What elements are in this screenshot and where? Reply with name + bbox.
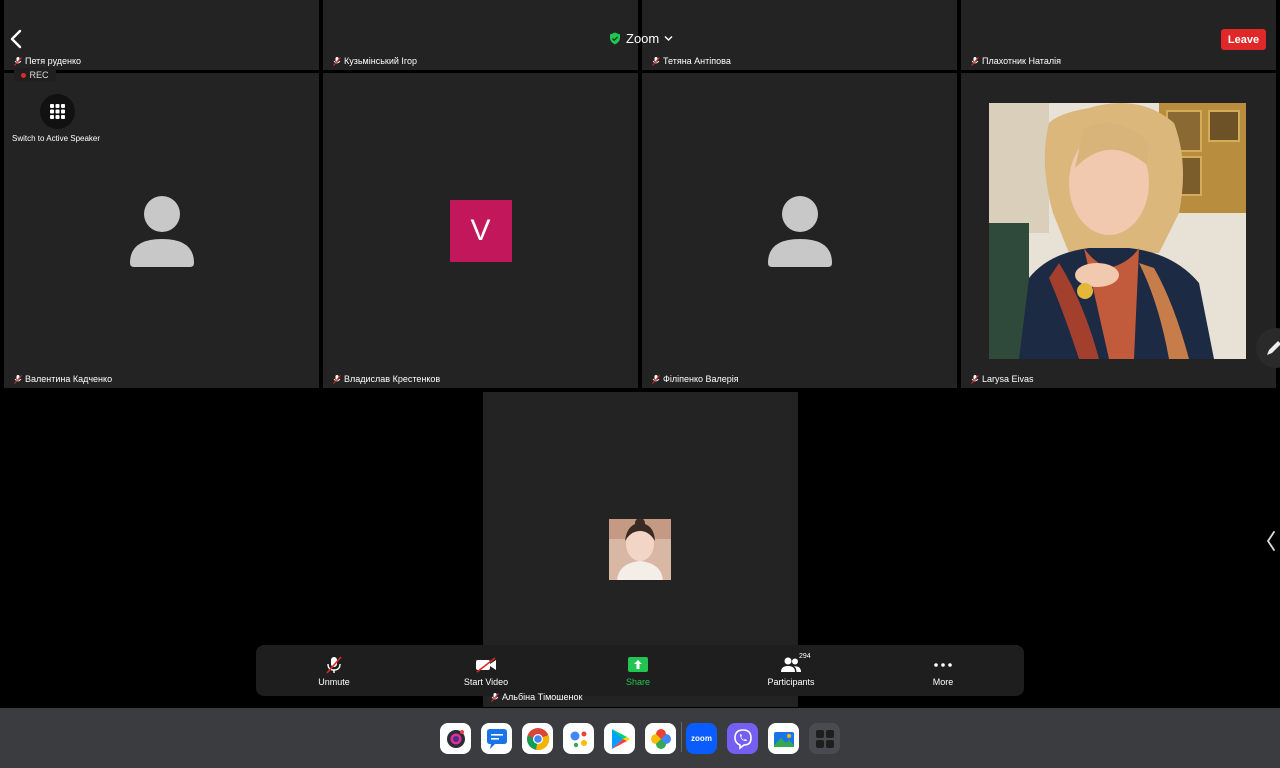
- participant-tile[interactable]: Філіпенко Валерія: [642, 73, 957, 388]
- participant-name-text: Larysa Eivas: [982, 374, 1034, 384]
- mic-muted-icon: [652, 374, 660, 384]
- participant-tile[interactable]: Тетяна Антіпова: [642, 0, 957, 70]
- video-off-icon: [476, 657, 496, 673]
- mic-muted-icon: [333, 374, 341, 384]
- participant-tile[interactable]: Петя руденко: [4, 0, 319, 70]
- back-chevron-icon[interactable]: [7, 28, 25, 50]
- chevron-down-icon: [664, 36, 673, 41]
- participant-name-text: Тетяна Антіпова: [663, 56, 731, 66]
- participant-name-text: Альбіна Тімошенок: [502, 692, 583, 702]
- mic-muted-icon: [333, 56, 341, 66]
- camera-icon[interactable]: [440, 723, 471, 754]
- more-dots-icon: [934, 663, 952, 667]
- zoom-icon-label: zoom: [691, 734, 712, 743]
- participant-tile[interactable]: Кузьмінський Ігор: [323, 0, 638, 70]
- participant-tile[interactable]: V Владислав Крестенков: [323, 73, 638, 388]
- mic-muted-icon: [971, 56, 979, 66]
- share-label: Share: [625, 677, 651, 687]
- switch-view-label: Switch to Active Speaker: [12, 134, 101, 143]
- grid-icon: [50, 104, 65, 119]
- leave-button[interactable]: Leave: [1221, 29, 1266, 50]
- recording-dot-icon: [21, 72, 27, 78]
- participant-name: Larysa Eivas: [971, 374, 1034, 384]
- recording-label: REC: [29, 70, 49, 80]
- participant-name: Тетяна Антіпова: [652, 56, 731, 66]
- mic-muted-icon: [14, 56, 22, 66]
- switch-view-button[interactable]: [40, 94, 75, 129]
- participant-name-text: Філіпенко Валерія: [663, 374, 739, 384]
- mic-muted-icon: [652, 56, 660, 66]
- meeting-title: Zoom: [626, 31, 660, 46]
- recording-badge: REC: [14, 68, 56, 82]
- assistant-icon[interactable]: [563, 723, 594, 754]
- mic-muted-icon: [971, 374, 979, 384]
- participant-name-text: Плахотник Наталія: [982, 56, 1061, 66]
- participants-label: Participants: [767, 677, 815, 687]
- participants-count: 294: [799, 653, 811, 660]
- unmute-button[interactable]: Unmute: [294, 655, 374, 687]
- participants-icon: [781, 657, 801, 672]
- share-button[interactable]: Share: [598, 655, 678, 687]
- more-button[interactable]: More: [903, 655, 983, 687]
- participant-name: Владислав Крестенков: [333, 374, 440, 384]
- participant-name-text: Кузьмінський Ігор: [344, 56, 417, 66]
- mic-muted-icon: [14, 374, 22, 384]
- participant-video-photo: [989, 103, 1246, 359]
- mic-muted-icon: [491, 692, 499, 702]
- participant-name: Альбіна Тімошенок: [491, 692, 582, 702]
- participant-name: Плахотник Наталія: [971, 56, 1061, 66]
- share-screen-icon: [628, 657, 648, 672]
- mic-muted-icon: [326, 656, 342, 674]
- person-icon: [129, 195, 194, 267]
- start-video-button[interactable]: Start Video: [446, 655, 526, 687]
- participant-name: Петя руденко: [14, 56, 81, 66]
- letter-avatar: V: [449, 199, 512, 262]
- app-drawer-icon[interactable]: [809, 723, 840, 754]
- meeting-title-dropdown[interactable]: Zoom: [609, 31, 673, 46]
- messages-icon[interactable]: [481, 723, 512, 754]
- zoom-icon[interactable]: zoom: [686, 723, 717, 754]
- more-label: More: [932, 677, 954, 687]
- start-video-label: Start Video: [463, 677, 509, 687]
- participant-name: Філіпенко Валерія: [652, 374, 739, 384]
- participant-tile[interactable]: Larysa Eivas: [961, 73, 1276, 388]
- gallery-icon[interactable]: [768, 723, 799, 754]
- play-store-icon[interactable]: [604, 723, 635, 754]
- dock-separator: [681, 722, 682, 752]
- person-icon: [767, 195, 832, 267]
- participant-name: Валентина Кадченко: [14, 374, 112, 384]
- android-taskbar: [0, 708, 1280, 768]
- participant-name-text: Валентина Кадченко: [25, 374, 113, 384]
- participant-video-photo: [609, 519, 671, 580]
- chrome-icon[interactable]: [522, 723, 553, 754]
- photos-icon[interactable]: [645, 723, 676, 754]
- pencil-icon: [1267, 341, 1280, 355]
- participant-name: Кузьмінський Ігор: [333, 56, 417, 66]
- chevron-left-icon[interactable]: [1265, 530, 1277, 552]
- viber-icon[interactable]: [727, 723, 758, 754]
- meeting-toolbar: Unmute Start Video Share 294 Participant…: [256, 645, 1024, 696]
- unmute-label: Unmute: [318, 677, 350, 687]
- participant-name-text: Владислав Крестенков: [344, 374, 441, 384]
- participant-name-text: Петя руденко: [25, 56, 82, 66]
- participants-button[interactable]: 294 Participants: [751, 653, 831, 687]
- shield-check-icon: [610, 32, 620, 45]
